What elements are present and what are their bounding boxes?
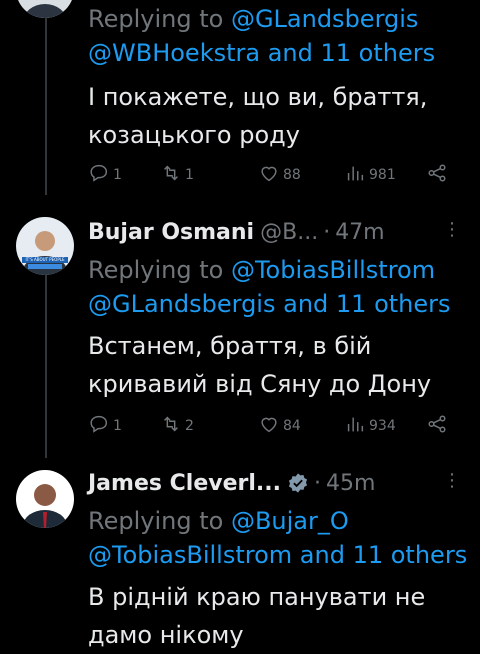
tweet-text: В рідній краю панувати не дамо нікому: [88, 583, 426, 649]
reply-button[interactable]: 1: [88, 413, 122, 439]
views-button[interactable]: 934: [344, 413, 396, 439]
others-link[interactable]: and 11 others: [260, 39, 435, 67]
separator-dot: ·: [313, 470, 321, 496]
share-icon: [426, 413, 451, 439]
tweet-header: James Cleverl... · 45m: [88, 466, 460, 500]
views-chart-icon: [344, 162, 369, 188]
author-name[interactable]: James Cleverl...: [88, 471, 281, 496]
retweet-icon: [160, 413, 185, 439]
heart-icon: [258, 162, 283, 188]
tweet-actions: 1 2 84 934: [88, 413, 458, 443]
retweet-icon: [160, 162, 185, 188]
avatar[interactable]: [16, 0, 74, 18]
mention-link[interactable]: @GLandsbergis: [231, 5, 418, 33]
tweet-actions: 1 1 88 981: [88, 162, 458, 192]
heart-icon: [258, 413, 283, 439]
mention-link[interactable]: @Bujar_O: [231, 507, 349, 535]
like-button[interactable]: 84: [258, 413, 301, 439]
share-button[interactable]: [426, 413, 451, 439]
tweet-header: Bujar Osmani @B... · 47m: [88, 215, 460, 249]
retweet-button[interactable]: 1: [160, 162, 194, 188]
reply-icon: [88, 162, 113, 188]
tweet-text: Встанем, браття, в бій кривавий від Сяну…: [88, 332, 432, 398]
avatar[interactable]: IT'S ABOUT PEOPLE: [16, 217, 74, 275]
author-name[interactable]: Bujar Osmani: [88, 220, 254, 245]
views-button[interactable]: 981: [344, 162, 396, 188]
separator-dot: ·: [323, 219, 331, 245]
timestamp[interactable]: 47m: [335, 220, 384, 245]
mention-link[interactable]: @TobiasBillstrom: [231, 256, 435, 284]
mention-link[interactable]: @GLandsbergis: [88, 290, 275, 318]
replying-to-line2: @TobiasBillstrom and 11 others: [88, 538, 467, 572]
author-handle[interactable]: @B...: [260, 220, 318, 245]
tweet[interactable]: James Cleverl... · 45m ⋮ Replying to @Bu…: [0, 466, 480, 649]
avatar-caption: IT'S ABOUT PEOPLE: [25, 257, 65, 262]
others-link[interactable]: and 11 others: [275, 290, 450, 318]
others-link[interactable]: and 11 others: [292, 541, 467, 569]
tweet[interactable]: Replying to @GLandsbergis @WBHoekstra an…: [0, 0, 480, 200]
mention-link[interactable]: @TobiasBillstrom: [88, 541, 292, 569]
views-chart-icon: [344, 413, 369, 439]
avatar[interactable]: [16, 470, 74, 528]
replying-to: Replying to @Bujar_O: [88, 507, 349, 535]
reply-icon: [88, 413, 113, 439]
more-options-icon[interactable]: ⋮: [443, 219, 461, 240]
replying-to: Replying to @GLandsbergis: [88, 5, 419, 33]
replying-to: Replying to @TobiasBillstrom: [88, 256, 436, 284]
tweet[interactable]: IT'S ABOUT PEOPLE Bujar Osmani @B... · 4…: [0, 215, 480, 460]
like-button[interactable]: 88: [258, 162, 301, 188]
timestamp[interactable]: 45m: [326, 471, 375, 496]
replying-to-line2: @GLandsbergis and 11 others: [88, 287, 451, 321]
share-icon: [426, 162, 451, 188]
share-button[interactable]: [426, 162, 451, 188]
reply-button[interactable]: 1: [88, 162, 122, 188]
replying-to-line2: @WBHoekstra and 11 others: [88, 36, 435, 70]
tweet-text: І покажете, що ви, браття, козацького ро…: [88, 83, 428, 149]
retweet-button[interactable]: 2: [160, 413, 194, 439]
verified-badge-icon: [287, 472, 309, 494]
more-options-icon[interactable]: ⋮: [443, 470, 461, 491]
mention-link[interactable]: @WBHoekstra: [88, 39, 260, 67]
